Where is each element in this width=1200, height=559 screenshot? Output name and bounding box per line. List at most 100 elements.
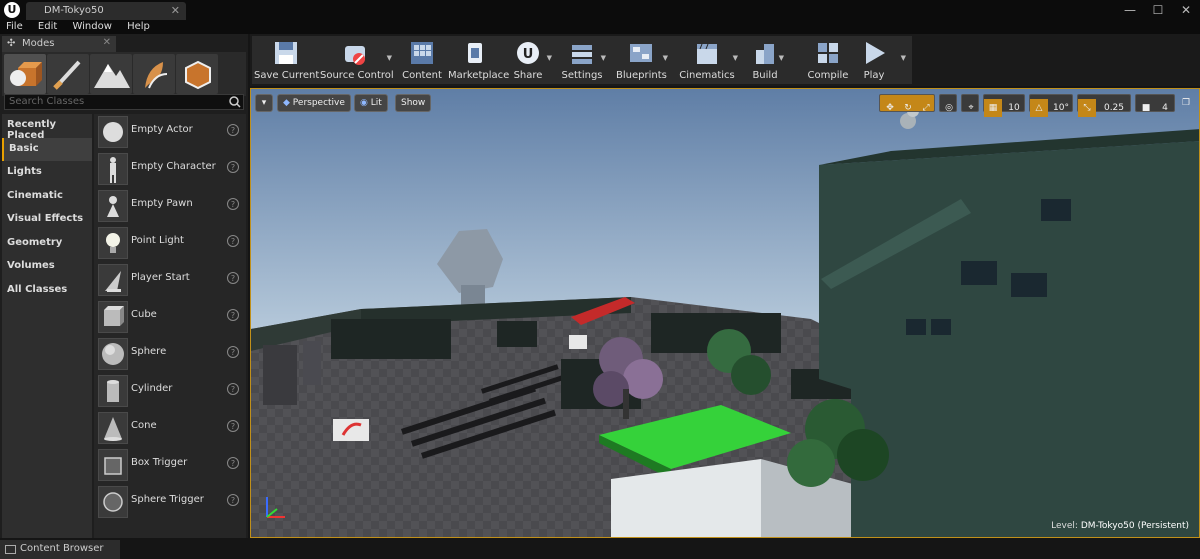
- list-item-empty-pawn[interactable]: Empty Pawn ?: [94, 188, 246, 224]
- help-icon[interactable]: ?: [227, 457, 239, 469]
- category-cinematic[interactable]: Cinematic: [2, 185, 92, 209]
- modes-tab-label: Modes: [22, 38, 55, 49]
- help-icon[interactable]: ?: [227, 494, 239, 506]
- build-button[interactable]: Build ▼: [748, 36, 784, 84]
- chevron-down-icon[interactable]: ▼: [547, 54, 552, 62]
- item-label: Sphere Trigger: [131, 494, 204, 505]
- menu-window[interactable]: Window: [66, 20, 117, 34]
- help-icon[interactable]: ?: [227, 198, 239, 210]
- source-control-button[interactable]: Source Control ▼: [320, 36, 394, 84]
- menu-edit[interactable]: Edit: [32, 20, 63, 34]
- content-button[interactable]: Content: [400, 36, 444, 84]
- chevron-down-icon[interactable]: ▼: [779, 54, 784, 62]
- geometry-mode-button[interactable]: [176, 54, 218, 94]
- grid-snap-value[interactable]: 10: [1004, 99, 1024, 117]
- scale-snap-value[interactable]: 0.25: [1098, 99, 1130, 117]
- list-item-cube[interactable]: Cube ?: [94, 299, 246, 335]
- category-all-classes[interactable]: All Classes: [2, 279, 92, 303]
- content-browser-tab[interactable]: Content Browser: [0, 540, 120, 559]
- settings-button[interactable]: Settings ▼: [560, 36, 606, 84]
- landscape-mode-icon: [94, 64, 130, 88]
- save-current-button[interactable]: Save Current: [254, 36, 319, 84]
- rotate-tool-icon[interactable]: ↻: [900, 99, 916, 117]
- surface-snap-toggle[interactable]: ⌖: [961, 94, 979, 113]
- close-window-button[interactable]: ✕: [1172, 0, 1200, 20]
- category-geometry[interactable]: Geometry: [2, 232, 92, 256]
- modes-tab[interactable]: ✣ Modes ✕: [2, 36, 116, 52]
- scale-snap-control[interactable]: ⤡ 0.25: [1077, 94, 1131, 117]
- help-icon[interactable]: ?: [227, 383, 239, 395]
- chevron-down-icon[interactable]: ▼: [733, 54, 738, 62]
- settings-icon: [572, 45, 592, 64]
- play-button[interactable]: Play ▼: [856, 36, 906, 84]
- cinematics-icon: [697, 43, 717, 64]
- marketplace-button[interactable]: Marketplace: [448, 36, 509, 84]
- show-button[interactable]: Show: [395, 94, 432, 112]
- close-modes-icon[interactable]: ✕: [103, 37, 111, 48]
- scene-render[interactable]: [251, 89, 1199, 537]
- help-icon[interactable]: ?: [227, 309, 239, 321]
- chevron-down-icon[interactable]: ▼: [901, 54, 906, 62]
- maximize-viewport-icon[interactable]: ❐: [1179, 94, 1193, 112]
- scale-tool-icon[interactable]: ⤢: [918, 99, 934, 117]
- viewport-options-button[interactable]: ▾: [255, 94, 273, 112]
- list-item-box-trigger[interactable]: Box Trigger ?: [94, 447, 246, 483]
- help-icon[interactable]: ?: [227, 272, 239, 284]
- help-icon[interactable]: ?: [227, 124, 239, 136]
- category-lights[interactable]: Lights: [2, 161, 92, 185]
- camera-speed-value[interactable]: 4: [1156, 99, 1174, 117]
- list-item-point-light[interactable]: Point Light ?: [94, 225, 246, 261]
- source-control-label: Source Control: [320, 70, 394, 81]
- category-recently-placed[interactable]: Recently Placed: [2, 114, 92, 141]
- category-volumes[interactable]: Volumes: [2, 255, 92, 279]
- surface-snap-icon: ⌖: [968, 103, 974, 113]
- minimize-button[interactable]: —: [1116, 0, 1144, 20]
- perspective-icon: ◆: [283, 98, 293, 108]
- list-item-empty-actor[interactable]: Empty Actor ?: [94, 114, 246, 150]
- chevron-down-icon[interactable]: ▼: [601, 54, 606, 62]
- chevron-down-icon[interactable]: ▼: [663, 54, 668, 62]
- perspective-label: Perspective: [292, 98, 345, 108]
- help-icon[interactable]: ?: [227, 420, 239, 432]
- help-icon[interactable]: ?: [227, 161, 239, 173]
- rotation-snap-control[interactable]: △ 10°: [1029, 94, 1073, 117]
- move-tool-icon[interactable]: ✥: [882, 99, 898, 117]
- cinematics-button[interactable]: Cinematics ▼: [678, 36, 738, 84]
- document-tab[interactable]: DM-Tokyo50 ✕: [26, 2, 186, 20]
- perspective-button[interactable]: ◆ Perspective: [277, 94, 351, 112]
- rotation-snap-value[interactable]: 10°: [1050, 99, 1072, 117]
- chevron-down-icon[interactable]: ▼: [387, 54, 392, 62]
- level-viewport[interactable]: ▾ ◆ Perspective ◉ Lit Show ✥ ↻ ⤢ ◎ ⌖ ▦ 1…: [250, 88, 1200, 538]
- category-visual-effects[interactable]: Visual Effects: [2, 208, 92, 232]
- menu-file[interactable]: File: [0, 20, 29, 34]
- maximize-button[interactable]: ☐: [1144, 0, 1172, 20]
- camera-speed-control[interactable]: ■ 4: [1135, 94, 1175, 113]
- lit-button[interactable]: ◉ Lit: [354, 94, 388, 112]
- mode-toolbar: [2, 52, 246, 96]
- item-label: Cube: [131, 309, 157, 320]
- list-item-empty-character[interactable]: Empty Character ?: [94, 151, 246, 187]
- help-icon[interactable]: ?: [227, 346, 239, 358]
- list-item-sphere-trigger[interactable]: Sphere Trigger ?: [94, 484, 246, 520]
- search-classes-input[interactable]: Search Classes: [4, 94, 244, 110]
- world-local-toggle[interactable]: ◎: [939, 94, 957, 113]
- list-item-player-start[interactable]: Player Start ?: [94, 262, 246, 298]
- close-tab-icon[interactable]: ✕: [171, 4, 180, 17]
- search-icon[interactable]: [229, 96, 241, 108]
- list-item-cone[interactable]: Cone ?: [94, 410, 246, 446]
- list-item-sphere[interactable]: Sphere ?: [94, 336, 246, 372]
- blueprints-button[interactable]: Blueprints ▼: [616, 36, 668, 84]
- list-item-cylinder[interactable]: Cylinder ?: [94, 373, 246, 409]
- grid-snap-control[interactable]: ▦ 10: [983, 94, 1025, 117]
- category-basic[interactable]: Basic: [2, 137, 92, 161]
- landscape-mode-button[interactable]: [90, 54, 132, 94]
- compile-button[interactable]: Compile: [806, 36, 850, 84]
- menu-help[interactable]: Help: [121, 20, 156, 34]
- paint-mode-button[interactable]: [47, 54, 89, 94]
- place-mode-button[interactable]: [4, 54, 46, 94]
- help-icon[interactable]: ?: [227, 235, 239, 247]
- content-browser-icon: [5, 545, 16, 554]
- share-button[interactable]: U Share ▼: [506, 36, 552, 84]
- empty-actor-icon: [98, 116, 128, 148]
- foliage-mode-button[interactable]: [133, 54, 175, 94]
